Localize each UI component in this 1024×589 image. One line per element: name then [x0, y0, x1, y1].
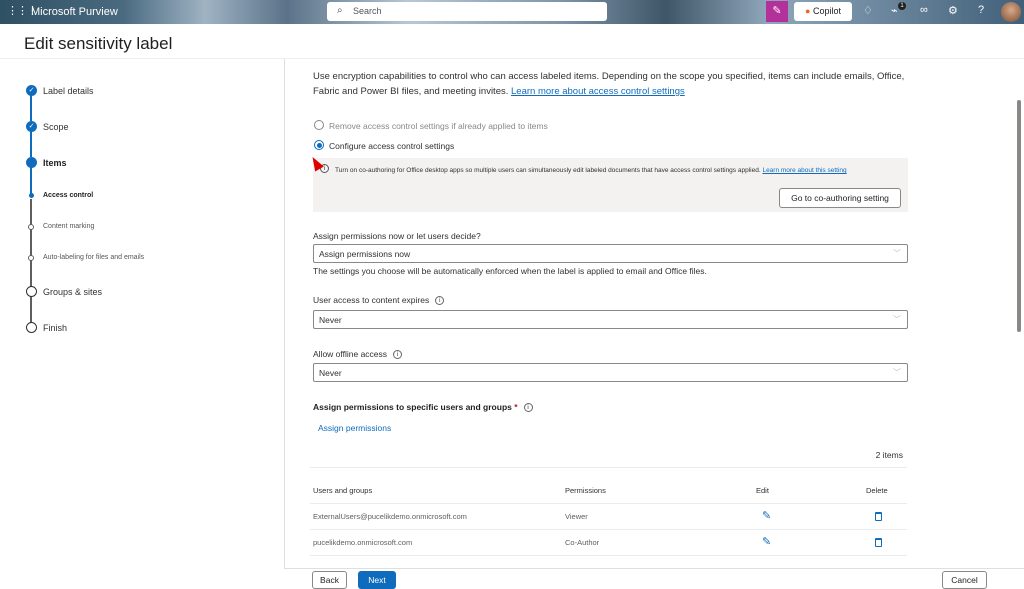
heading-text: Assign permissions to specific users and…: [313, 402, 512, 412]
search-input[interactable]: ⌕ Search: [327, 2, 607, 21]
search-icon: ⌕: [337, 5, 343, 16]
top-bar: ⋮⋮⋮ Microsoft Purview ⌕ Search ✎ ● Copilo…: [0, 0, 1024, 24]
column-header-users[interactable]: Users and groups: [313, 486, 372, 495]
gear-icon[interactable]: ⚙: [948, 4, 958, 17]
assign-permissions-label: Assign permissions now or let users deci…: [313, 231, 481, 241]
step-connector: [30, 95, 32, 121]
step-scope[interactable]: Scope: [43, 122, 69, 132]
remove-access-radio[interactable]: [314, 120, 324, 130]
assign-permissions-dropdown[interactable]: Assign permissions now ﹀: [313, 244, 908, 263]
divider: [310, 529, 907, 530]
configure-access-label[interactable]: Configure access control settings: [329, 141, 454, 151]
substep-dot-icon: [29, 193, 34, 198]
back-button[interactable]: Back: [312, 571, 347, 589]
user-cell: pucelikdemo.onmicrosoft.com: [313, 538, 413, 547]
avatar[interactable]: [1001, 2, 1021, 22]
configure-access-radio[interactable]: [314, 140, 324, 150]
copilot-pane-button[interactable]: ✎: [766, 1, 788, 22]
expires-dropdown[interactable]: Never ﹀: [313, 310, 908, 329]
offline-dropdown[interactable]: Never ﹀: [313, 363, 908, 382]
assign-permissions-link[interactable]: Assign permissions: [318, 423, 391, 433]
expires-label-text: User access to content expires: [313, 295, 430, 305]
delete-trash-icon[interactable]: [875, 538, 882, 547]
info-icon[interactable]: i: [435, 296, 445, 306]
pending-step-icon: [26, 322, 37, 333]
step-label-details[interactable]: Label details: [43, 86, 94, 96]
step-connector: [30, 167, 32, 194]
column-header-delete: Delete: [866, 486, 888, 495]
divider: [310, 555, 907, 556]
pending-step-icon: [26, 286, 37, 297]
permission-cell: Viewer: [565, 512, 588, 521]
step-content-marking[interactable]: Content marking: [43, 223, 94, 230]
copilot-label: Copilot: [812, 6, 841, 16]
required-mark: *: [514, 402, 518, 412]
divider: [310, 467, 907, 468]
app-launcher-icon[interactable]: ⋮⋮⋮: [7, 6, 38, 17]
copilot-icon: ●: [805, 6, 811, 16]
user-cell: ExternalUsers@pucelikdemo.onmicrosoft.co…: [313, 512, 467, 521]
offline-label-text: Allow offline access: [313, 349, 388, 359]
scrollbar[interactable]: [1017, 100, 1021, 332]
bell-icon[interactable]: ♢: [863, 4, 873, 17]
wizard-steps: [0, 59, 285, 569]
app-name[interactable]: Microsoft Purview: [31, 6, 118, 18]
offline-label: Allow offline access i: [313, 349, 403, 360]
chevron-down-icon: ﹀: [893, 315, 901, 324]
step-connector: [30, 131, 32, 157]
step-finish[interactable]: Finish: [43, 323, 67, 333]
current-step-icon: [26, 157, 37, 168]
substep-dot-icon: [28, 224, 34, 230]
help-icon[interactable]: ?: [978, 4, 984, 16]
search-placeholder: Search: [353, 6, 382, 16]
check-icon: ✓: [26, 85, 37, 96]
column-header-edit: Edit: [756, 486, 769, 495]
dropdown-value: Never: [319, 315, 342, 325]
edit-pencil-icon[interactable]: ✎: [762, 535, 771, 548]
intro-text: Use encryption capabilities to control w…: [313, 69, 913, 99]
learn-more-setting-link[interactable]: Learn more about this setting: [762, 167, 846, 174]
assign-help-text: The settings you choose will be automati…: [313, 266, 707, 276]
dropdown-value: Never: [319, 368, 342, 378]
chevron-down-icon: ﹀: [893, 249, 901, 258]
divider: [310, 503, 907, 504]
specific-permissions-heading: Assign permissions to specific users and…: [313, 402, 533, 413]
step-auto-labeling[interactable]: Auto-labeling for files and emails: [43, 254, 144, 261]
next-button[interactable]: Next: [358, 571, 396, 589]
link-icon[interactable]: ∞: [920, 4, 928, 16]
delete-trash-icon[interactable]: [875, 512, 882, 521]
dropdown-value: Assign permissions now: [319, 249, 411, 259]
check-icon: ✓: [26, 121, 37, 132]
page-title: Edit sensitivity label: [24, 34, 173, 53]
step-groups-sites[interactable]: Groups & sites: [43, 287, 102, 297]
expires-label: User access to content expires i: [313, 295, 445, 306]
info-text: Turn on co-authoring for Office desktop …: [335, 167, 761, 174]
copilot-button[interactable]: ● Copilot: [794, 2, 852, 21]
edit-pencil-icon[interactable]: ✎: [762, 509, 771, 522]
info-icon[interactable]: i: [523, 403, 533, 413]
substep-dot-icon: [28, 255, 34, 261]
notification-badge: 1: [898, 2, 906, 10]
learn-more-access-link[interactable]: Learn more about access control settings: [511, 86, 685, 97]
remove-access-label[interactable]: Remove access control settings if alread…: [329, 121, 548, 131]
cancel-button[interactable]: Cancel: [942, 571, 987, 589]
column-header-permissions[interactable]: Permissions: [565, 486, 606, 495]
coauthoring-setting-button[interactable]: Go to co-authoring setting: [779, 188, 901, 208]
item-count: 2 items: [875, 450, 903, 460]
info-icon[interactable]: i: [393, 350, 403, 360]
step-access-control[interactable]: Access control: [43, 192, 93, 199]
permission-cell: Co-Author: [565, 538, 600, 547]
chevron-down-icon: ﹀: [893, 368, 901, 377]
step-connector: [30, 199, 32, 325]
step-items[interactable]: Items: [43, 158, 67, 168]
notifications-icon[interactable]: ⌁: [891, 4, 898, 17]
